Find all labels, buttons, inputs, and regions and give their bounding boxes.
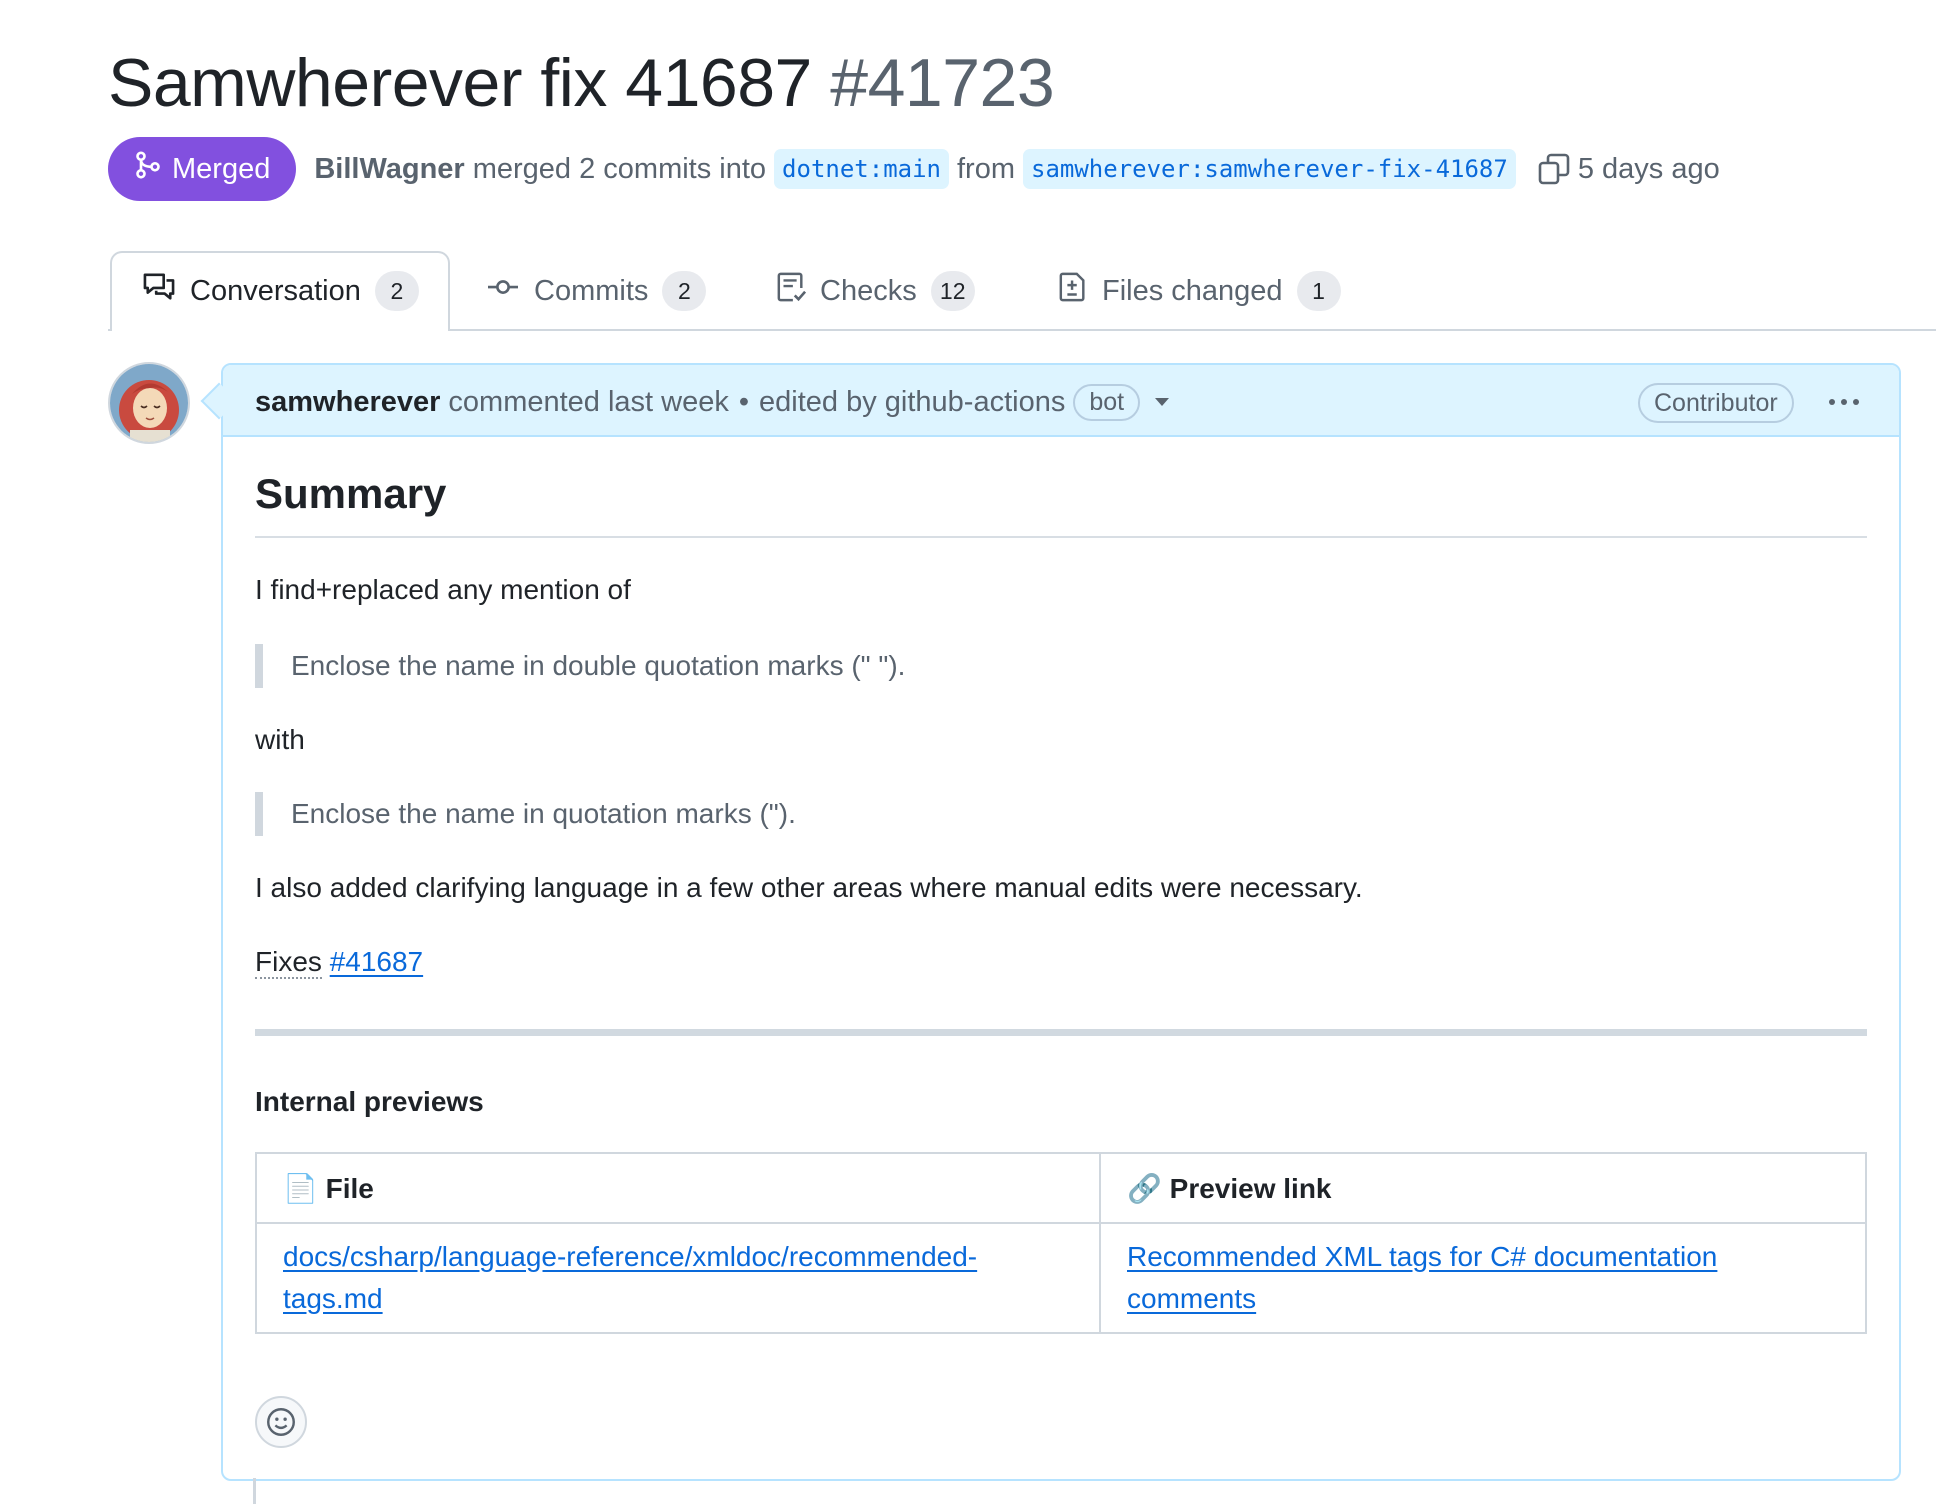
table-row: docs/csharp/language-reference/xmldoc/re… xyxy=(255,1222,1867,1334)
caret-down-icon[interactable] xyxy=(1154,397,1170,407)
add-reaction-button[interactable] xyxy=(255,1396,307,1448)
internal-previews-heading: Internal previews xyxy=(255,1086,484,1117)
paragraph-3: I also added clarifying language in a fe… xyxy=(255,872,1363,903)
tab-checks[interactable]: Checks 12 xyxy=(776,251,975,331)
merged-label: Merged xyxy=(172,152,271,185)
tab-conversation-label: Conversation xyxy=(190,274,361,307)
file-cell: docs/csharp/language-reference/xmldoc/re… xyxy=(255,1222,1101,1334)
fixes-line: Fixes #41687 xyxy=(255,946,423,979)
table-header-row: 📄 File 🔗 Preview link xyxy=(255,1152,1867,1224)
git-merge-icon xyxy=(134,150,162,188)
comment-author-link[interactable]: samwherever xyxy=(255,386,440,419)
smiley-icon xyxy=(266,1407,296,1437)
file-column-header: 📄 File xyxy=(255,1152,1101,1224)
copy-icon[interactable] xyxy=(1538,153,1570,185)
from-text: from xyxy=(957,152,1015,185)
kebab-menu-icon[interactable] xyxy=(1822,384,1866,420)
timeline-line xyxy=(253,1478,256,1504)
tab-files-changed-count: 1 xyxy=(1296,271,1341,311)
blockquote-2-text: Enclose the name in quotation marks ("). xyxy=(291,798,796,829)
file-link-line-1: docs/csharp/language-reference/xmldoc/re… xyxy=(283,1241,978,1272)
merged-text: merged 2 commits into xyxy=(472,152,767,185)
file-link[interactable]: docs/csharp/language-reference/xmldoc/re… xyxy=(283,1241,977,1314)
checklist-icon xyxy=(776,271,807,311)
merger-author-link[interactable]: BillWagner xyxy=(314,153,464,186)
contributor-badge: Contributor xyxy=(1638,383,1794,423)
fixes-label: Fixes xyxy=(255,946,322,979)
tab-conversation[interactable]: Conversation 2 xyxy=(142,251,419,331)
tab-files-changed-label: Files changed xyxy=(1102,274,1283,307)
comment-discussion-icon xyxy=(142,272,176,310)
tab-commits[interactable]: Commits 2 xyxy=(486,251,707,331)
paragraph-2: with xyxy=(255,724,305,755)
heading-rule xyxy=(255,536,1867,538)
previews-table: 📄 File 🔗 Preview link docs/csharp/langua… xyxy=(255,1152,1867,1334)
blockquote-1: Enclose the name in double quotation mar… xyxy=(255,644,905,688)
issue-link[interactable]: #41687 xyxy=(330,946,423,977)
edited-by-text[interactable]: edited by github-actions xyxy=(759,386,1065,419)
blockquote-2: Enclose the name in quotation marks ("). xyxy=(255,792,796,836)
preview-cell: Recommended XML tags for C# documentatio… xyxy=(1099,1222,1867,1334)
blockquote-1-text: Enclose the name in double quotation mar… xyxy=(291,650,906,681)
tab-commits-label: Commits xyxy=(534,274,649,307)
head-branch[interactable]: samwherever:samwherever-fix-41687 xyxy=(1023,149,1516,189)
tab-commits-count: 2 xyxy=(662,271,707,311)
preview-link-line-2: comments xyxy=(1127,1283,1257,1314)
pr-title: Samwherever fix 41687 #41723 xyxy=(108,40,1055,126)
horizontal-rule xyxy=(255,1029,1867,1036)
tab-files-changed[interactable]: Files changed 1 xyxy=(1058,251,1341,331)
tab-checks-count: 12 xyxy=(930,271,975,311)
git-commit-icon xyxy=(486,272,520,310)
comment-action[interactable]: commented last week xyxy=(448,386,728,419)
paragraph-1: I find+replaced any mention of xyxy=(255,574,631,605)
header-separator: • xyxy=(738,385,750,418)
pr-title-text: Samwherever fix 41687 xyxy=(108,45,812,121)
tab-conversation-count: 2 xyxy=(374,271,419,311)
file-diff-icon xyxy=(1058,271,1088,311)
preview-link[interactable]: Recommended XML tags for C# documentatio… xyxy=(1127,1241,1717,1314)
merged-badge: Merged xyxy=(108,137,297,201)
preview-link-column-header: 🔗 Preview link xyxy=(1099,1152,1867,1224)
preview-link-line-1: Recommended XML tags for C# documentatio… xyxy=(1127,1241,1718,1272)
avatar[interactable] xyxy=(108,362,190,444)
pr-meta: Merged BillWagner merged 2 commits into … xyxy=(108,137,1720,201)
pr-number: #41723 xyxy=(830,45,1055,121)
file-link-line-2: tags.md xyxy=(283,1283,383,1314)
bot-badge: bot xyxy=(1073,383,1141,421)
merged-time: 5 days ago xyxy=(1577,152,1720,185)
comment-header-text: samwherever commented last week • edited… xyxy=(255,380,1170,424)
base-branch[interactable]: dotnet:main xyxy=(774,149,949,189)
tab-checks-label: Checks xyxy=(820,274,917,307)
summary-heading: Summary xyxy=(255,470,447,517)
